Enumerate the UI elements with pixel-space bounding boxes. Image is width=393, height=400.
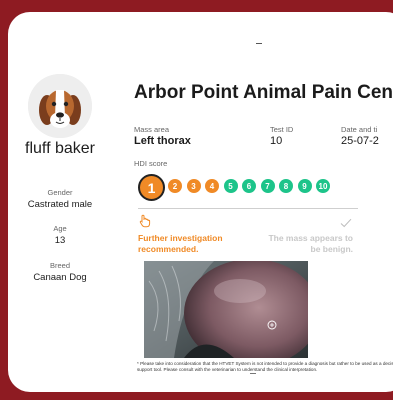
mass-photo[interactable] bbox=[144, 261, 308, 358]
beagle-avatar-icon bbox=[28, 74, 92, 138]
hdi-score-7[interactable]: 7 bbox=[260, 179, 275, 193]
check-icon bbox=[340, 215, 352, 228]
breed-label: Breed bbox=[49, 261, 70, 270]
breed-value: Canaan Dog bbox=[33, 272, 87, 283]
hdi-score-10[interactable]: 10 bbox=[316, 179, 330, 193]
report-card: fluff baker Gender Castrated male Age 13… bbox=[8, 12, 393, 392]
hdi-score-8[interactable]: 8 bbox=[279, 179, 293, 193]
hdi-score-5[interactable]: 5 bbox=[223, 179, 238, 193]
date-value: 25-07-2 bbox=[341, 135, 379, 147]
hdi-score-3[interactable]: 3 bbox=[186, 179, 201, 193]
hdi-score-2[interactable]: 2 bbox=[168, 179, 182, 193]
gender-value: Castrated male bbox=[27, 199, 93, 210]
hdi-score-selected[interactable]: 1 bbox=[138, 174, 165, 201]
owner-name: fluff baker bbox=[25, 140, 95, 157]
gender-label: Gender bbox=[47, 188, 73, 197]
age-value: 13 bbox=[54, 235, 66, 246]
bottom-drag-handle[interactable] bbox=[250, 373, 256, 374]
investigation-advice: Further investigation recommended. bbox=[138, 233, 223, 254]
test-id-label: Test ID bbox=[270, 125, 294, 134]
mass-area-label: Mass area bbox=[134, 125, 170, 134]
hdi-score-label: HDI score bbox=[134, 159, 168, 168]
top-drag-handle[interactable] bbox=[256, 43, 262, 44]
score-divider bbox=[138, 208, 358, 209]
hdi-score-9[interactable]: 9 bbox=[297, 179, 312, 193]
hdi-score-6[interactable]: 6 bbox=[242, 179, 256, 193]
pointing-hand-icon bbox=[138, 214, 152, 228]
disclaimer-text: * Please take into consideration that th… bbox=[137, 361, 393, 372]
clinic-title: Arbor Point Animal Pain Center bbox=[134, 82, 393, 103]
benign-result: The mass appears to be benign. bbox=[268, 233, 353, 254]
mass-area-value: Left thorax bbox=[134, 135, 191, 147]
age-label: Age bbox=[53, 224, 67, 233]
hdi-score-4[interactable]: 4 bbox=[205, 179, 219, 193]
test-id-value: 10 bbox=[270, 135, 283, 147]
date-label: Date and ti bbox=[341, 125, 378, 134]
